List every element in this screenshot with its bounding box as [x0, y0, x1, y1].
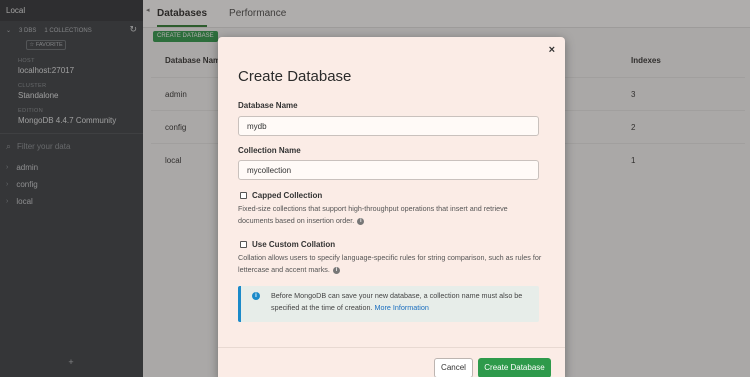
capped-collection-option[interactable]: Capped Collection [240, 191, 322, 200]
database-name-input[interactable] [238, 116, 539, 136]
custom-collation-checkbox[interactable] [240, 241, 247, 248]
info-circle-icon: i [252, 292, 260, 300]
info-icon[interactable]: i [357, 217, 365, 225]
custom-collation-help-text: Collation allows users to specify langua… [238, 253, 542, 274]
database-name-label: Database Name [238, 101, 298, 110]
capped-collection-help: Fixed-size collections that support high… [238, 203, 543, 227]
custom-collation-help: Collation allows users to specify langua… [238, 252, 543, 276]
close-icon[interactable]: × [549, 45, 555, 56]
capped-collection-checkbox[interactable] [240, 192, 247, 199]
capped-collection-label: Capped Collection [252, 191, 323, 200]
more-information-link[interactable]: More Information [374, 303, 428, 312]
create-database-button[interactable]: Create Database [478, 358, 551, 377]
custom-collation-label: Use Custom Collation [252, 240, 336, 249]
custom-collation-option[interactable]: Use Custom Collation [240, 240, 335, 249]
modal-footer-divider [218, 347, 565, 348]
app-window: Local ⌄ 3 DBS 1 COLLECTIONS ↻ ☆ FAVORITE… [0, 0, 750, 377]
info-icon[interactable]: i [332, 266, 340, 274]
cancel-button[interactable]: Cancel [434, 358, 473, 377]
info-banner: i Before MongoDB can save your new datab… [238, 286, 539, 322]
modal-title: Create Database [238, 68, 352, 85]
collection-name-input[interactable] [238, 160, 539, 180]
capped-collection-help-text: Fixed-size collections that support high… [238, 204, 508, 225]
create-database-modal: × Create Database Database Name Collecti… [218, 37, 565, 377]
collection-name-label: Collection Name [238, 146, 301, 155]
